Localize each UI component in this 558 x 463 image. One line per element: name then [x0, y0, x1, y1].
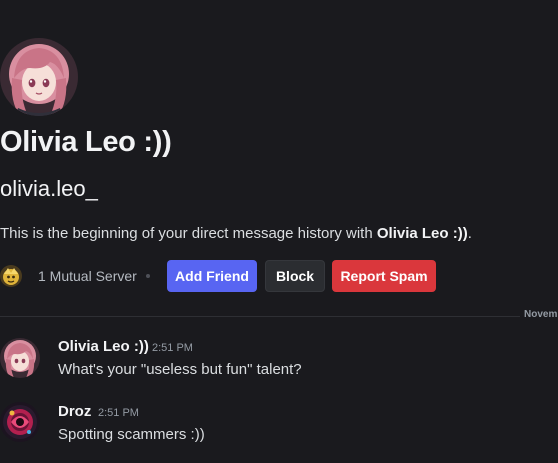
dm-intro-text: This is the beginning of your direct mes… [0, 225, 472, 242]
message-author[interactable]: Olivia Leo :)) [58, 338, 149, 355]
profile-username: olivia.leo_ [0, 176, 98, 201]
intro-prefix: This is the beginning of your direct mes… [0, 225, 377, 242]
droz-avatar-icon [0, 402, 40, 442]
message-avatar[interactable] [0, 402, 40, 442]
mutual-server-icon[interactable] [0, 265, 22, 287]
add-friend-button[interactable]: Add Friend [167, 260, 257, 292]
mutual-server-count[interactable]: 1 Mutual Server [38, 268, 137, 284]
anime-girl-avatar-icon [0, 338, 40, 378]
message-content: What's your "useless but fun" talent? [58, 361, 302, 378]
message-content: Spotting scammers :)) [58, 426, 205, 443]
message-timestamp: 2:51 PM [98, 407, 139, 419]
message-avatar[interactable] [0, 338, 40, 378]
profile-avatar[interactable] [0, 38, 78, 116]
profile-display-name: Olivia Leo :)) [0, 126, 172, 158]
date-divider-label: Novem [524, 309, 558, 320]
server-icon [0, 265, 22, 287]
report-spam-button[interactable]: Report Spam [332, 260, 436, 292]
intro-suffix: . [467, 225, 472, 242]
message-author[interactable]: Droz [58, 403, 91, 420]
intro-name: Olivia Leo :)) [376, 225, 468, 242]
anime-girl-avatar-icon [0, 38, 78, 116]
block-button[interactable]: Block [265, 260, 325, 292]
separator-dot [146, 274, 150, 278]
message-timestamp: 2:51 PM [152, 342, 193, 354]
dm-channel-view: Olivia Leo :)) olivia.leo_ This is the b… [0, 0, 558, 463]
date-divider-line [0, 316, 520, 317]
